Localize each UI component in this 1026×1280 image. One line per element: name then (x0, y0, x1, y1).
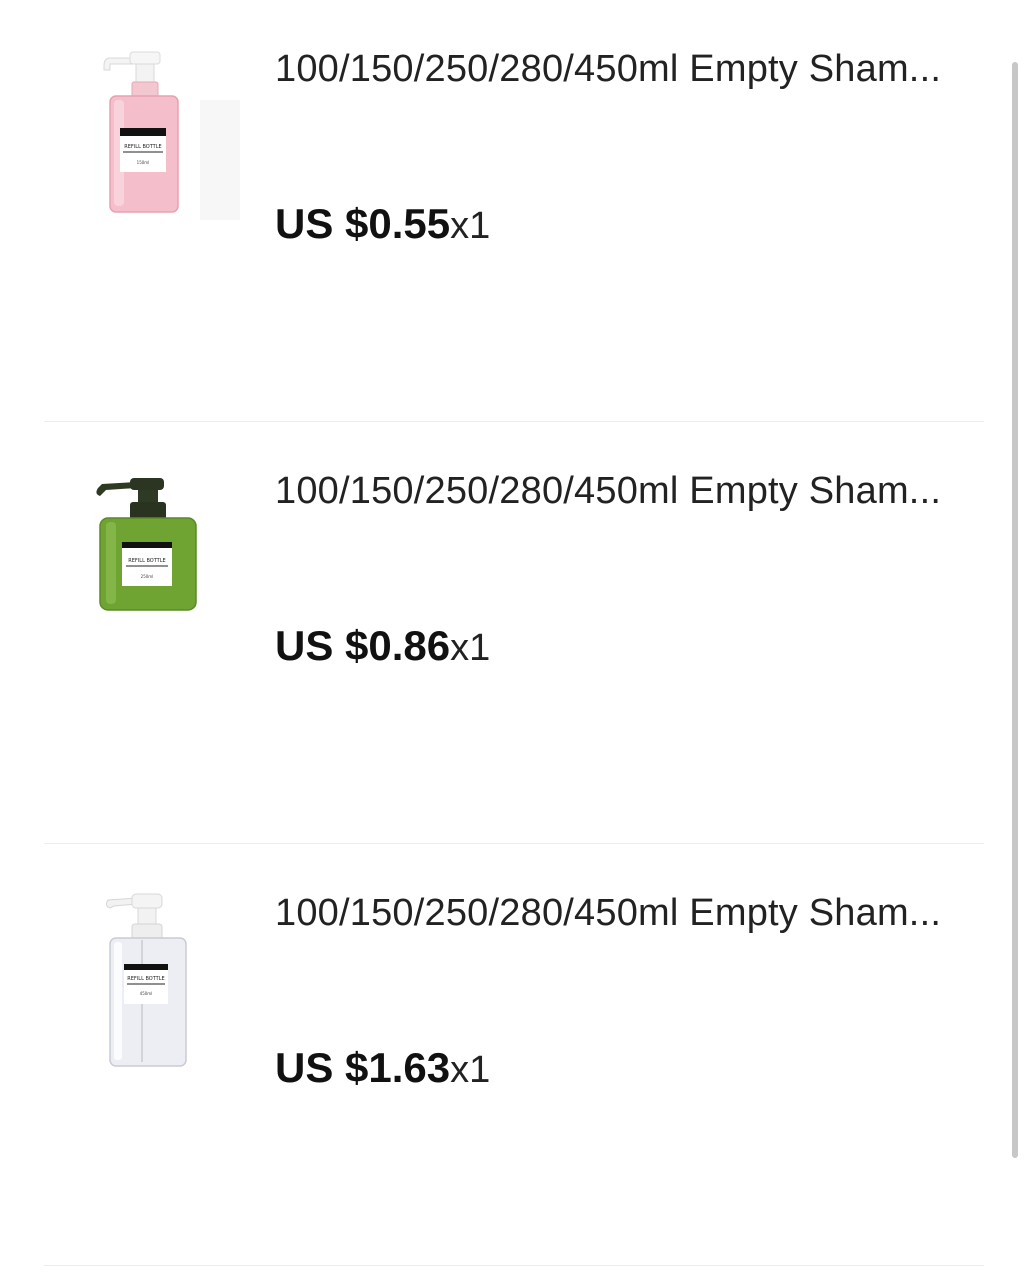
product-price: US $0.86 (275, 622, 451, 669)
cart-item[interactable]: REFILL BOTTLE 150ml 100/150/250/280/450m… (44, 0, 984, 422)
svg-text:REFILL BOTTLE: REFILL BOTTLE (128, 558, 165, 564)
price-line: US $0.86x1 (275, 618, 490, 676)
cart-item[interactable]: REFILL BOTTLE 250ml 100/150/250/280/450m… (44, 422, 984, 844)
svg-text:REFILL BOTTLE: REFILL BOTTLE (127, 976, 164, 982)
clear-pump-bottle-icon[interactable]: REFILL BOTTLE 450ml (80, 884, 250, 1084)
pink-pump-bottle-icon[interactable]: REFILL BOTTLE 150ml (80, 40, 250, 240)
product-title[interactable]: 100/150/250/280/450ml Empty Sham... (275, 44, 975, 94)
product-quantity: x1 (450, 627, 491, 669)
scrollbar[interactable] (1012, 62, 1018, 1158)
svg-text:250ml: 250ml (141, 574, 154, 579)
product-price: US $0.55 (275, 200, 451, 247)
product-title[interactable]: 100/150/250/280/450ml Empty Sham... (275, 888, 975, 938)
price-line: US $1.63x1 (275, 1040, 490, 1098)
cart-item-list: REFILL BOTTLE 150ml 100/150/250/280/450m… (44, 0, 984, 1266)
green-pump-bottle-icon[interactable]: REFILL BOTTLE 250ml (80, 462, 250, 662)
svg-text:150ml: 150ml (137, 160, 150, 165)
price-line: US $0.55x1 (275, 196, 490, 254)
product-quantity: x1 (450, 205, 491, 247)
svg-text:REFILL BOTTLE: REFILL BOTTLE (124, 144, 161, 150)
svg-text:450ml: 450ml (140, 991, 153, 996)
product-title[interactable]: 100/150/250/280/450ml Empty Sham... (275, 466, 975, 516)
product-price: US $1.63 (275, 1044, 451, 1091)
product-quantity: x1 (450, 1049, 491, 1091)
cart-item[interactable]: REFILL BOTTLE 450ml 100/150/250/280/450m… (44, 844, 984, 1266)
